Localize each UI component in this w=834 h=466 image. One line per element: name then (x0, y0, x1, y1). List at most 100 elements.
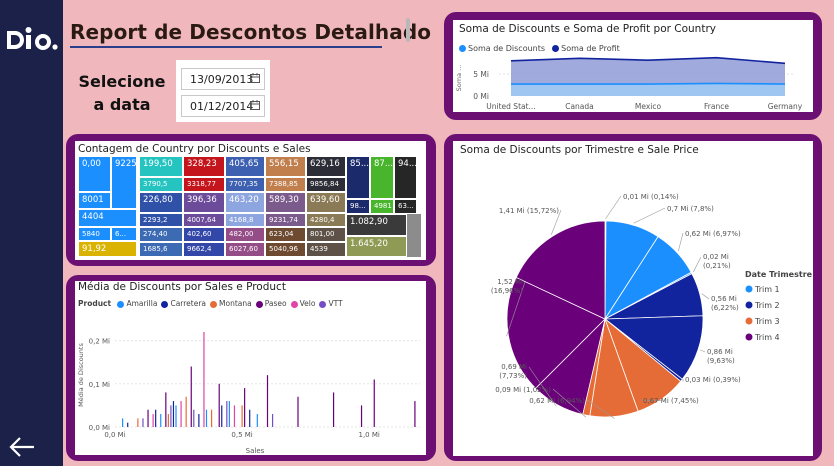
treemap-cell[interactable]: 482,00 (225, 227, 265, 242)
legend-dot (255, 300, 263, 308)
treemap-cell[interactable]: 87... (370, 156, 394, 199)
treemap-cell[interactable]: 85... (346, 156, 370, 199)
back-arrow-icon[interactable] (6, 434, 38, 460)
treemap-cell-label: 482,00 (229, 230, 254, 238)
treemap-cell-label: 98... (350, 202, 366, 210)
treemap-cell[interactable]: 4168,8 (225, 213, 265, 227)
treemap-cell[interactable]: 556,15 (265, 156, 306, 177)
treemap-cell[interactable]: 7388,85 (265, 177, 306, 192)
treemap-cell-label: 199,50 (143, 159, 173, 169)
x-tick-label: United Stat... (486, 102, 535, 111)
treemap-cell[interactable]: 226,80 (139, 192, 183, 213)
legend-label: Velo (299, 299, 316, 308)
treemap-cell[interactable]: 94... (394, 156, 417, 199)
treemap-cell[interactable]: 4007,64 (183, 213, 225, 227)
treemap-cell[interactable]: 328,23 (183, 156, 225, 177)
treemap-cell[interactable]: 589,30 (265, 192, 306, 213)
treemap-cell-label: 405,65 (229, 159, 259, 169)
legend-label: Paseo (264, 299, 287, 308)
leader-line (699, 349, 706, 353)
y-tick-label: 0,1 Mi (89, 381, 110, 389)
calendar-icon[interactable] (250, 73, 260, 83)
scatter-chart[interactable]: Média de Discounts Sales 0,2 Mi 0,1 Mi 0,0… (75, 311, 426, 455)
treemap-cell[interactable]: 3318,77 (183, 177, 225, 192)
resize-handle[interactable] (406, 18, 410, 42)
y-tick-label: 0 Mi (473, 92, 489, 101)
treemap-cell[interactable]: 629,16 (306, 156, 346, 177)
legend-label: Trim 1 (754, 285, 780, 294)
treemap-cell-label: 274,40 (143, 230, 168, 238)
treemap-cell[interactable]: 4404 (78, 209, 137, 227)
treemap-cell[interactable]: 639,60 (306, 192, 346, 213)
treemap-cell-label: 5040,96 (269, 245, 298, 253)
area-discounts (511, 83, 785, 96)
treemap-cell[interactable]: 801,00 (306, 227, 346, 242)
treemap-cell-label: 328,23 (187, 159, 217, 169)
treemap-panel: Contagem de Country por Discounts e Sale… (66, 134, 436, 266)
treemap-cell-label: 629,16 (310, 159, 340, 169)
x-tick-label: Germany (768, 102, 803, 111)
treemap-cell-label: 5840 (82, 230, 100, 238)
treemap-cell[interactable]: 463,20 (225, 192, 265, 213)
treemap-cell[interactable]: 98... (346, 199, 370, 214)
treemap-cell-label: 226,80 (143, 195, 173, 205)
treemap-cell[interactable]: 1685,6 (139, 242, 183, 257)
treemap-cell[interactable]: 199,50 (139, 156, 183, 177)
treemap-cell[interactable]: 8001 (78, 192, 111, 209)
treemap-cell-label: 87... (374, 159, 393, 169)
treemap-cell[interactable]: 9225 (111, 156, 137, 209)
legend-dot (745, 285, 753, 293)
treemap-cell[interactable]: 3790,5 (139, 177, 183, 192)
treemap-cell[interactable]: 1.645,20 (346, 236, 407, 257)
treemap-cell-label: 402,60 (187, 230, 212, 238)
legend-title: Date Trimestre (745, 270, 813, 279)
leader-line (701, 293, 710, 300)
treemap-cell[interactable] (407, 214, 421, 257)
x-tick-label: 1,0 Mi (358, 431, 379, 439)
legend-label: Trim 2 (754, 301, 780, 310)
treemap-cell[interactable]: 1.082,90 (346, 214, 407, 236)
y-axis-label: Média de Discounts (77, 343, 85, 407)
treemap-cell[interactable]: 623,04 (265, 227, 306, 242)
treemap-cell[interactable]: 4981 (370, 199, 394, 214)
pie-title: Soma de Discounts por Trimestre e Sale P… (460, 144, 699, 156)
slice-label: (6,22%) (711, 304, 739, 312)
legend-dot (745, 317, 753, 325)
treemap-cell[interactable]: 6027,60 (225, 242, 265, 257)
treemap-cell-label: 1.082,90 (350, 217, 388, 227)
treemap-cell[interactable]: 7707,35 (225, 177, 265, 192)
treemap-cell[interactable]: 9662,4 (183, 242, 225, 257)
line-chart[interactable]: Soma ... 5 Mi 0 Mi United Stat... Canada M… (453, 48, 813, 112)
slice-label: 1,41 Mi (15,72%) (499, 207, 559, 215)
treemap-cell[interactable]: 5840 (78, 227, 111, 241)
treemap-cell[interactable]: 9231,74 (265, 213, 306, 227)
treemap-cell[interactable]: 6... (111, 227, 137, 241)
treemap-cell[interactable]: 2293,2 (139, 213, 183, 227)
treemap-cell[interactable]: 274,40 (139, 227, 183, 242)
legend-label: Amarilla (126, 299, 158, 308)
treemap-cell[interactable]: 402,60 (183, 227, 225, 242)
treemap-cell[interactable]: 91,92 (78, 241, 137, 257)
slice-label: (0,21%) (703, 262, 731, 270)
treemap-cell[interactable]: 9856,84 (306, 177, 346, 192)
series-line-discounts (511, 82, 786, 85)
start-date-input[interactable]: 13/09/2013 (181, 68, 265, 90)
treemap-cell[interactable]: 396,36 (183, 192, 225, 213)
treemap-cell-label: 7707,35 (229, 180, 258, 188)
legend-label: Carretera (170, 299, 207, 308)
treemap-cell[interactable]: 4539 (306, 242, 346, 257)
pie-panel: Soma de Discounts por Trimestre e Sale P… (444, 134, 822, 461)
treemap-cell[interactable]: 63... (394, 199, 417, 214)
end-date-input[interactable]: 01/12/2014 (181, 95, 265, 117)
slice-label: 0,01 Mi (0,14%) (623, 193, 679, 201)
treemap-cell-label: 463,20 (229, 195, 259, 205)
treemap-cell-label: 639,60 (310, 195, 340, 205)
calendar-icon[interactable] (250, 100, 260, 110)
pie-chart[interactable]: Date Trimestre Trim 1Trim 2Trim 3Trim 4 … (453, 159, 813, 456)
treemap[interactable]: 0,00 8001 9225 4404 5840 6... 91,92 199,50 3790,… (78, 156, 421, 257)
treemap-cell[interactable]: 5040,96 (265, 242, 306, 257)
treemap-cell[interactable]: 405,65 (225, 156, 265, 177)
legend-dot (745, 301, 753, 309)
treemap-cell[interactable]: 4280,4 (306, 213, 346, 227)
treemap-cell[interactable]: 0,00 (78, 156, 111, 192)
